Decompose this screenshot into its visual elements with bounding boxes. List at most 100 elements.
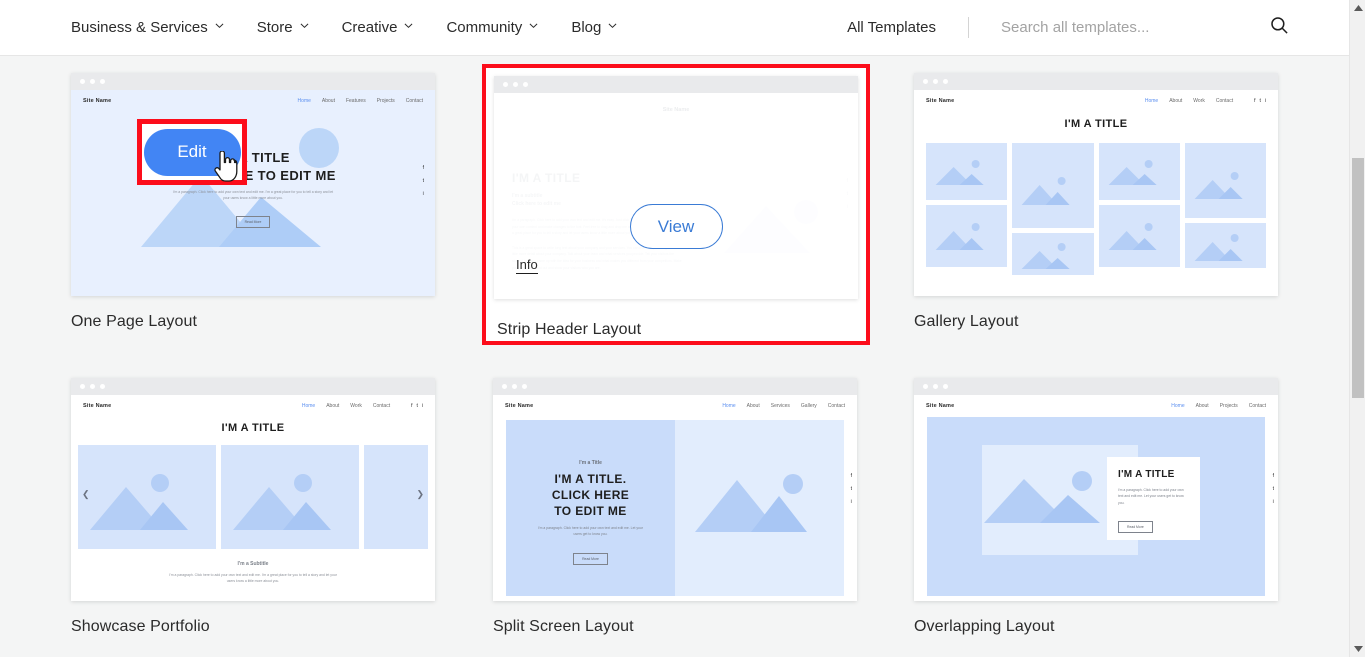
template-label[interactable]: One Page Layout (71, 313, 435, 331)
preview-nav-link: Projects (376, 98, 395, 104)
template-grid: Site Name Home About Features Projects C… (0, 56, 1349, 657)
preview-title-line2: CLICK HERE (551, 488, 630, 502)
preview-subtitle: I'm a Subtitle (237, 561, 269, 567)
template-thumbnail[interactable]: Site Name I'M A TITLE I'm a subtitle Cli… (494, 76, 858, 299)
chevron-left-icon[interactable]: ❮ (82, 489, 90, 500)
nav-label: Community (446, 19, 523, 36)
preview-title-line1: I'M A TITLE (1118, 469, 1175, 480)
preview-nav-links: Home About Work Contact f t i (302, 403, 423, 409)
template-card-showcase-portfolio[interactable]: Site Name Home About Work Contact f t i (71, 378, 435, 636)
vertical-scrollbar[interactable] (1349, 0, 1365, 657)
template-label[interactable]: Gallery Layout (914, 313, 1278, 331)
preview-read-more-button: Read More (1118, 521, 1153, 534)
twitter-icon: t (1272, 486, 1274, 492)
chrome-dot (90, 79, 95, 84)
facebook-icon: f (1254, 98, 1256, 104)
preview-nav-link: Contact (405, 98, 423, 104)
preview-site-name: Site Name (926, 98, 955, 104)
template-card-split-screen-layout[interactable]: Site Name Home About Services Gallery Co… (493, 378, 857, 636)
nav-item-business-services[interactable]: Business & Services (71, 19, 224, 36)
template-card-one-page-layout[interactable]: Site Name Home About Features Projects C… (71, 73, 435, 331)
template-thumbnail[interactable]: Site Name Home About Features Projects C… (71, 73, 435, 296)
preview-eyebrow: I'm a Title (579, 460, 602, 466)
template-label[interactable]: Overlapping Layout (914, 618, 1278, 636)
instagram-icon: i (850, 499, 852, 505)
all-templates-link[interactable]: All Templates (847, 19, 936, 36)
nav-item-blog[interactable]: Blog (571, 19, 617, 36)
template-thumbnail[interactable]: Site Name Home About Projects Contact I'… (914, 378, 1278, 601)
instagram-icon: i (1272, 499, 1274, 505)
preview-nav-link: Home (297, 98, 311, 104)
browser-chrome-bar (494, 76, 858, 93)
search-input[interactable] (1001, 19, 1241, 36)
info-link[interactable]: Info (516, 257, 538, 274)
chrome-dot (943, 384, 948, 389)
template-label[interactable]: Showcase Portfolio (71, 618, 435, 636)
gallery-column (1184, 143, 1266, 296)
preview-nav-link: Work (1193, 98, 1205, 104)
template-thumbnail[interactable]: Site Name Home About Services Gallery Co… (493, 378, 857, 601)
preview-nav: Site Name Home About Features Projects C… (71, 90, 435, 104)
preview-nav-links: Home About Services Gallery Contact (722, 403, 845, 409)
template-label[interactable]: Split Screen Layout (493, 618, 857, 636)
chevron-down-icon (300, 21, 309, 30)
chevron-right-icon[interactable]: ❯ (416, 489, 424, 500)
primary-navigation: Business & Services Store Creative Commu… (71, 19, 617, 36)
nav-item-store[interactable]: Store (257, 19, 309, 36)
gallery-column (1098, 143, 1180, 296)
chrome-dot (513, 82, 518, 87)
preview-site-name: Site Name (83, 98, 112, 104)
preview-nav-link: Contact (1215, 98, 1234, 104)
template-preview: Site Name Home About Work Contact f t i (71, 395, 435, 601)
preview-paragraph: I'm a paragraph. Click here to add your … (1118, 488, 1184, 505)
preview-social-icons: f t i (423, 165, 424, 197)
instagram-icon: i (421, 403, 423, 409)
view-button[interactable]: View (629, 204, 723, 249)
preview-nav-link: About (321, 98, 335, 104)
instagram-icon: i (422, 191, 424, 197)
split-panels: I'm a Title I'M A TITLE. CLICK HERE TO E… (506, 420, 844, 596)
chrome-dot (923, 79, 928, 84)
preview-nav: Site Name Home About Projects Contact (914, 395, 1278, 409)
preview-nav-link: Projects (1219, 403, 1238, 409)
template-thumbnail[interactable]: Site Name Home About Work Contact f t i (71, 378, 435, 601)
preview-paragraph: I'm a paragraph. Click here to add your … (172, 190, 334, 200)
scroll-up-arrow-icon[interactable] (1350, 0, 1365, 16)
scrollbar-thumb[interactable] (1352, 158, 1364, 398)
chrome-dot (933, 79, 938, 84)
nav-label: Blog (571, 19, 602, 36)
template-preview: Site Name Home About Projects Contact I'… (914, 395, 1278, 601)
template-preview: Site Name I'M A TITLE I'm a subtitle Cli… (494, 93, 858, 299)
nav-item-creative[interactable]: Creative (342, 19, 414, 36)
gallery-column (926, 143, 1008, 296)
template-card-gallery-layout[interactable]: Site Name Home About Work Contact f t i (914, 73, 1278, 331)
facebook-icon: f (1272, 473, 1274, 479)
template-card-overlapping-layout[interactable]: Site Name Home About Projects Contact I'… (914, 378, 1278, 636)
template-label[interactable]: Strip Header Layout (497, 321, 641, 339)
preview-social-icons: f t i (851, 473, 852, 505)
preview-paragraph: I'm a paragraph. Click here to add your … (538, 526, 643, 536)
preview-paragraph: I'm a paragraph. Click here to add your … (169, 573, 337, 583)
preview-nav-link: Home (301, 403, 316, 409)
preview-nav-link: Features (345, 98, 366, 104)
search-icon[interactable] (1270, 16, 1289, 40)
chevron-down-icon (529, 21, 538, 30)
chrome-dot (100, 384, 105, 389)
twitter-icon: t (850, 486, 852, 492)
chrome-dot (80, 384, 85, 389)
nav-item-community[interactable]: Community (446, 19, 538, 36)
preview-nav: Site Name Home About Work Contact f t i (71, 395, 435, 409)
scroll-down-arrow-icon[interactable] (1350, 641, 1365, 657)
browser-chrome-bar (914, 73, 1278, 90)
preview-title-line1: I'M A TITLE (221, 422, 285, 434)
template-thumbnail[interactable]: Site Name Home About Work Contact f t i (914, 73, 1278, 296)
template-card-strip-header-layout-highlighted[interactable]: Site Name I'M A TITLE I'm a subtitle Cli… (482, 64, 870, 345)
chrome-dot (502, 384, 507, 389)
search-area (1001, 16, 1289, 40)
chrome-dot (522, 384, 527, 389)
chevron-down-icon (215, 21, 224, 30)
browser-chrome-bar (493, 378, 857, 395)
preview-social-icons: f t i (1254, 98, 1266, 104)
chrome-dot (512, 384, 517, 389)
preview-nav-link: Work (350, 403, 362, 409)
